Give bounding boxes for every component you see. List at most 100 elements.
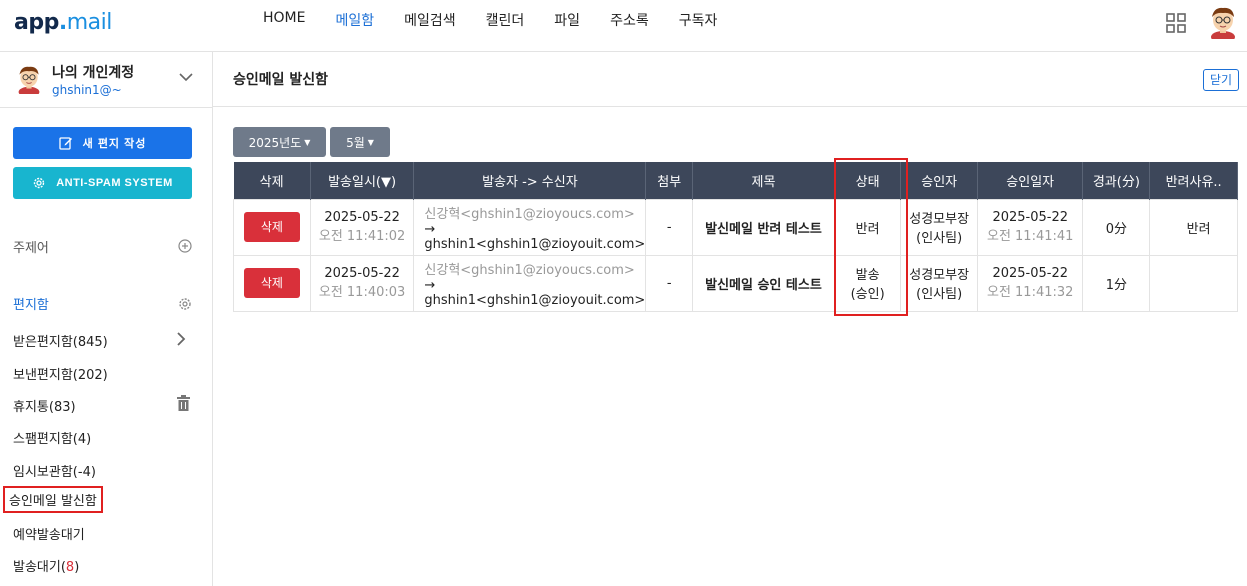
page-title: 승인메일 발신함 xyxy=(233,72,329,88)
nav-subscribers[interactable]: 구독자 xyxy=(679,10,718,30)
delete-cell: 삭제 xyxy=(233,198,311,256)
sent-date-cell: 2025-05-22 오전 11:40:03 xyxy=(309,254,415,312)
nav-home[interactable]: HOME xyxy=(263,10,305,30)
approval-mail-table: 삭제 발송일시(▼) 발송자 -> 수신자 첨부 제목 상태 승인자 승인일자 … xyxy=(233,162,1238,312)
table-row: 삭제 2025-05-22 오전 11:41:02 신강혁<ghshin1@zi… xyxy=(233,198,1238,256)
approved-date: 2025-05-22 xyxy=(992,210,1068,225)
main-header: 승인메일 발신함 닫기 xyxy=(213,52,1247,107)
account-avatar xyxy=(18,66,40,94)
reject-reason-cell xyxy=(1149,254,1238,312)
folder-approval-outbox[interactable]: 승인메일 발신함 xyxy=(3,486,103,513)
folder-sent[interactable]: 보낸편지함(202) xyxy=(13,364,108,383)
nav-calendar[interactable]: 캘린더 xyxy=(486,10,525,30)
col-delete: 삭제 xyxy=(233,162,311,199)
approved-time: 오전 11:41:41 xyxy=(986,229,1074,244)
col-approver: 승인자 xyxy=(900,162,978,199)
month-filter-value: 5월 xyxy=(346,135,365,150)
col-subject: 제목 xyxy=(692,162,835,199)
table-row: 삭제 2025-05-22 오전 11:40:03 신강혁<ghshin1@zi… xyxy=(233,254,1238,312)
approver-dept: (인사팀) xyxy=(916,231,963,246)
mailbox-heading: 편지함 xyxy=(13,298,49,313)
anti-spam-button[interactable]: ANTI-SPAM SYSTEM xyxy=(13,167,192,199)
main-content: 승인메일 발신함 닫기 2025년도 ▼ 5월 ▼ 삭제 발송일시(▼) 발송자 -… xyxy=(213,52,1247,586)
month-filter-dropdown[interactable]: 5월 ▼ xyxy=(330,127,390,157)
col-status: 상태 xyxy=(834,162,902,199)
col-sent-date[interactable]: 발송일시(▼) xyxy=(310,162,415,199)
compose-label: 새 편지 작성 xyxy=(82,138,147,150)
approver-name: 성경모부장 xyxy=(909,268,970,283)
pending-send-label: 발송대기( xyxy=(13,560,66,575)
chevron-down-icon[interactable] xyxy=(179,72,193,82)
mailbox-settings-gear-icon[interactable] xyxy=(178,297,192,311)
folder-inbox[interactable]: 받은편지함(845) xyxy=(13,331,108,350)
folder-pending-send[interactable]: 발송대기(8) xyxy=(13,556,79,575)
status-approved: (승인) xyxy=(850,287,885,302)
attachment-cell: - xyxy=(645,254,694,312)
sent-time: 오전 11:41:02 xyxy=(318,229,406,244)
account-name: 나의 개인계정 xyxy=(52,65,135,81)
sender-recipient-cell: 신강혁<ghshin1@zioyoucs.com> → ghshin1<ghsh… xyxy=(413,198,647,256)
nav-files[interactable]: 파일 xyxy=(554,10,580,30)
nav-mailbox[interactable]: 메일함 xyxy=(335,10,374,30)
nav-address-book[interactable]: 주소록 xyxy=(610,10,649,30)
col-reject-reason: 반려사유.. xyxy=(1149,162,1238,199)
top-bar: app.mail HOME 메일함 메일검색 캘린더 파일 주소록 구독자 xyxy=(0,0,1247,52)
add-topic-icon[interactable] xyxy=(178,239,192,253)
folder-trash[interactable]: 휴지통(83) xyxy=(13,396,76,415)
approver-cell: 성경모부장 (인사팀) xyxy=(900,254,978,312)
anti-spam-label: ANTI-SPAM SYSTEM xyxy=(56,177,173,189)
approver-name: 성경모부장 xyxy=(909,212,970,227)
app-logo[interactable]: app.mail xyxy=(14,10,112,35)
trash-icon[interactable] xyxy=(177,395,190,411)
nav-mail-search[interactable]: 메일검색 xyxy=(404,10,456,30)
approved-date: 2025-05-22 xyxy=(992,266,1068,281)
sent-date: 2025-05-22 xyxy=(324,266,400,281)
status-cell: 반려 xyxy=(833,198,902,256)
col-sender-recipient: 발송자 -> 수신자 xyxy=(413,162,647,199)
col-attachment: 첨부 xyxy=(645,162,694,199)
sender-recipient-cell: 신강혁<ghshin1@zioyoucs.com> → ghshin1<ghsh… xyxy=(413,254,647,312)
delete-button[interactable]: 삭제 xyxy=(243,212,300,242)
compose-button[interactable]: 새 편지 작성 xyxy=(13,127,192,159)
subject-cell[interactable]: 발신메일 반려 테스트 xyxy=(692,198,835,256)
col-approved-date: 승인일자 xyxy=(977,162,1084,199)
col-elapsed: 경과(分) xyxy=(1082,162,1151,199)
sent-time: 오전 11:40:03 xyxy=(318,285,406,300)
main-nav: HOME 메일함 메일검색 캘린더 파일 주소록 구독자 xyxy=(263,10,747,30)
logo-mail-text: mail xyxy=(66,10,113,35)
folder-spam[interactable]: 스팸편지함(4) xyxy=(13,428,91,447)
folder-scheduled[interactable]: 예약발송대기 xyxy=(13,524,85,543)
year-filter-dropdown[interactable]: 2025년도 ▼ xyxy=(233,127,326,157)
attachment-cell: - xyxy=(645,198,694,256)
chevron-right-icon[interactable] xyxy=(176,332,186,346)
elapsed-cell: 0分 xyxy=(1082,198,1151,256)
year-filter-value: 2025년도 xyxy=(248,135,302,150)
logo-dot: . xyxy=(58,10,67,35)
recipient: → ghshin1<ghshin1@zioyouit.com> xyxy=(424,221,646,252)
sender: 신강혁<ghshin1@zioyoucs.com> xyxy=(424,262,635,278)
apps-grid-icon[interactable] xyxy=(1166,13,1186,33)
delete-button[interactable]: 삭제 xyxy=(243,268,300,298)
sender: 신강혁<ghshin1@zioyoucs.com> xyxy=(424,206,635,222)
approver-cell: 성경모부장 (인사팀) xyxy=(900,198,978,256)
topics-heading: 주제어 xyxy=(13,241,49,256)
status-cell: 발송 (승인) xyxy=(833,254,902,312)
approved-date-cell: 2025-05-22 오전 11:41:32 xyxy=(976,254,1084,312)
logo-app-text: app xyxy=(14,10,59,35)
folder-drafts[interactable]: 임시보관함(-4) xyxy=(13,461,96,480)
sidebar: 나의 개인계정 ghshin1@~ 새 편지 작성 ANTI-SPAM SYST… xyxy=(0,52,213,586)
status-sent: 발송 xyxy=(855,268,880,283)
sent-date: 2025-05-22 xyxy=(324,210,400,225)
account-email: ghshin1@~ xyxy=(52,83,122,97)
subject-cell[interactable]: 발신메일 승인 테스트 xyxy=(692,254,835,312)
caret-down-icon: ▼ xyxy=(367,137,374,147)
close-button[interactable]: 닫기 xyxy=(1203,69,1240,91)
elapsed-cell: 1分 xyxy=(1082,254,1151,312)
approved-time: 오전 11:41:32 xyxy=(986,285,1074,300)
user-avatar[interactable] xyxy=(1208,5,1238,39)
account-switcher[interactable]: 나의 개인계정 ghshin1@~ xyxy=(0,52,212,108)
sent-date-cell: 2025-05-22 오전 11:41:02 xyxy=(309,198,415,256)
pending-send-count: 8 xyxy=(65,560,75,575)
table-header-row: 삭제 발송일시(▼) 발송자 -> 수신자 첨부 제목 상태 승인자 승인일자 … xyxy=(233,162,1238,199)
recipient: → ghshin1<ghshin1@zioyouit.com> xyxy=(424,277,646,308)
